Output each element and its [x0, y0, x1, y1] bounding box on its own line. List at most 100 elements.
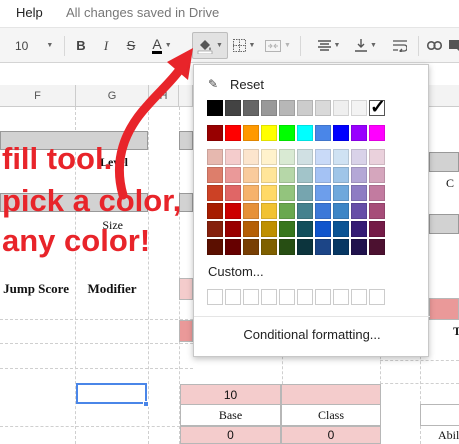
- custom-color-slot[interactable]: [207, 289, 223, 305]
- color-swatch[interactable]: [333, 203, 349, 219]
- merge-cells-button[interactable]: ▼: [262, 28, 294, 63]
- cell[interactable]: [429, 214, 459, 234]
- cell[interactable]: Abil: [420, 426, 459, 444]
- insert-link-button[interactable]: [424, 28, 444, 63]
- custom-color-slot[interactable]: [225, 289, 241, 305]
- custom-color-slot[interactable]: [279, 289, 295, 305]
- color-swatch[interactable]: [333, 239, 349, 255]
- cell[interactable]: [429, 152, 459, 172]
- custom-color-slot[interactable]: [315, 289, 331, 305]
- color-swatch[interactable]: [207, 100, 223, 116]
- fill-handle[interactable]: [143, 401, 149, 407]
- menu-help[interactable]: Help: [16, 5, 43, 20]
- cell[interactable]: T: [429, 320, 459, 342]
- color-swatch[interactable]: [315, 149, 331, 165]
- color-swatch[interactable]: [243, 203, 259, 219]
- color-swatch[interactable]: [225, 149, 241, 165]
- color-swatch[interactable]: [243, 167, 259, 183]
- color-swatch[interactable]: [261, 149, 277, 165]
- value-cell[interactable]: 10: [180, 384, 281, 405]
- color-swatch[interactable]: [261, 221, 277, 237]
- color-swatch[interactable]: [279, 185, 295, 201]
- color-swatch[interactable]: [279, 221, 295, 237]
- color-swatch[interactable]: [351, 221, 367, 237]
- color-swatch[interactable]: [315, 221, 331, 237]
- color-swatch[interactable]: [225, 239, 241, 255]
- cell[interactable]: [179, 320, 193, 342]
- color-swatch[interactable]: [333, 125, 349, 141]
- color-swatch[interactable]: [261, 185, 277, 201]
- color-swatch[interactable]: [351, 125, 367, 141]
- color-swatch[interactable]: [207, 185, 223, 201]
- color-swatch[interactable]: [315, 203, 331, 219]
- color-swatch[interactable]: [297, 203, 313, 219]
- color-swatch[interactable]: [351, 100, 367, 116]
- cell[interactable]: C: [429, 172, 459, 194]
- base-label[interactable]: Base: [180, 404, 281, 426]
- color-swatch[interactable]: [315, 167, 331, 183]
- color-swatch[interactable]: [369, 125, 385, 141]
- cell[interactable]: [179, 278, 193, 300]
- color-swatch[interactable]: [369, 96, 386, 119]
- reset-color-button[interactable]: ✎ Reset: [208, 75, 264, 93]
- color-swatch[interactable]: [351, 185, 367, 201]
- borders-button[interactable]: ▼: [232, 28, 256, 63]
- color-swatch[interactable]: [333, 221, 349, 237]
- color-swatch[interactable]: [279, 203, 295, 219]
- jump-score-header[interactable]: Jump Score: [0, 278, 75, 300]
- custom-color-link[interactable]: Custom...: [208, 264, 264, 279]
- color-swatch[interactable]: [261, 100, 277, 116]
- custom-color-slot[interactable]: [333, 289, 349, 305]
- class-value[interactable]: 0: [281, 426, 381, 444]
- color-swatch[interactable]: [351, 203, 367, 219]
- color-swatch[interactable]: [225, 203, 241, 219]
- color-swatch[interactable]: [225, 167, 241, 183]
- color-swatch[interactable]: [261, 167, 277, 183]
- color-swatch[interactable]: [333, 167, 349, 183]
- color-swatch[interactable]: [315, 239, 331, 255]
- modifier-header[interactable]: Modifier: [76, 278, 148, 300]
- color-swatch[interactable]: [315, 100, 331, 116]
- insert-comment-button[interactable]: [448, 28, 459, 63]
- color-swatch[interactable]: [243, 221, 259, 237]
- color-swatch[interactable]: [261, 203, 277, 219]
- color-swatch[interactable]: [297, 149, 313, 165]
- color-swatch[interactable]: [369, 239, 385, 255]
- color-swatch[interactable]: [297, 239, 313, 255]
- cell[interactable]: [420, 404, 459, 426]
- color-swatch[interactable]: [297, 185, 313, 201]
- color-swatch[interactable]: [225, 185, 241, 201]
- column-header-f[interactable]: F: [0, 85, 76, 107]
- cell[interactable]: [281, 384, 381, 405]
- color-swatch[interactable]: [279, 149, 295, 165]
- bold-button[interactable]: B: [72, 28, 90, 63]
- color-swatch[interactable]: [315, 125, 331, 141]
- color-swatch[interactable]: [243, 149, 259, 165]
- cell[interactable]: [429, 298, 459, 320]
- color-swatch[interactable]: [261, 239, 277, 255]
- color-swatch[interactable]: [243, 100, 259, 116]
- color-swatch[interactable]: [279, 100, 295, 116]
- vertical-align-button[interactable]: ▼: [352, 28, 380, 63]
- color-swatch[interactable]: [369, 185, 385, 201]
- color-swatch[interactable]: [297, 125, 313, 141]
- color-swatch[interactable]: [369, 221, 385, 237]
- color-swatch[interactable]: [351, 167, 367, 183]
- color-swatch[interactable]: [225, 221, 241, 237]
- color-swatch[interactable]: [207, 125, 223, 141]
- color-swatch[interactable]: [279, 239, 295, 255]
- custom-color-slot[interactable]: [261, 289, 277, 305]
- color-swatch[interactable]: [351, 239, 367, 255]
- color-swatch[interactable]: [225, 125, 241, 141]
- color-swatch[interactable]: [279, 125, 295, 141]
- color-swatch[interactable]: [243, 185, 259, 201]
- color-swatch[interactable]: [207, 239, 223, 255]
- color-swatch[interactable]: [333, 149, 349, 165]
- color-swatch[interactable]: [207, 149, 223, 165]
- color-swatch[interactable]: [279, 167, 295, 183]
- color-swatch[interactable]: [297, 221, 313, 237]
- custom-color-slot[interactable]: [351, 289, 367, 305]
- color-swatch[interactable]: [351, 149, 367, 165]
- color-swatch[interactable]: [225, 100, 241, 116]
- color-swatch[interactable]: [369, 167, 385, 183]
